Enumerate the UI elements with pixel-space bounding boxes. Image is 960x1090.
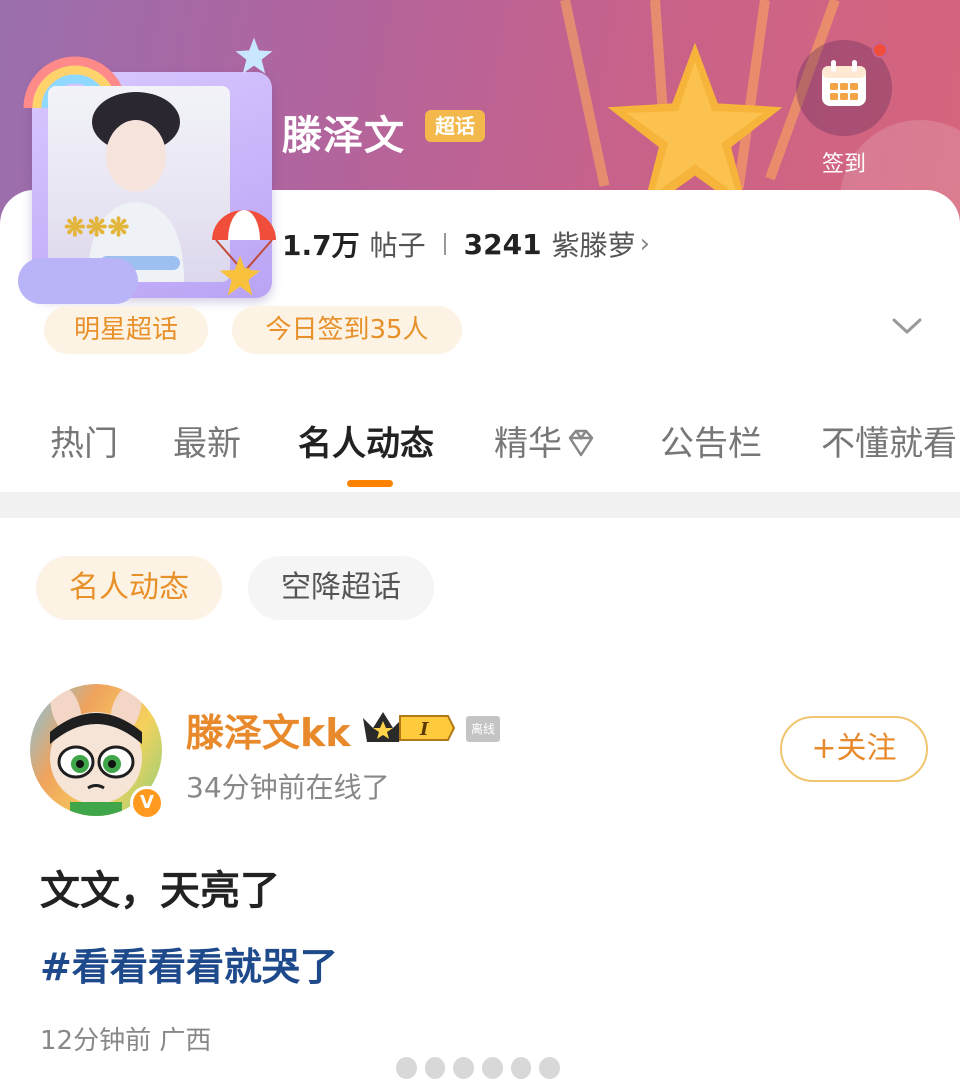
supertopic-badge: 超话 [425,110,485,142]
checkin-label: 签到 [821,152,866,177]
tab-featured[interactable]: 精华 [494,416,598,465]
star-icon [235,37,273,74]
online-time: 34分钟前在线了 [186,771,390,804]
svg-text:❋❋❋: ❋❋❋ [64,213,130,243]
posts-count: 1.7万 [282,229,360,262]
verified-icon: V [130,786,164,820]
chevron-down-icon[interactable] [890,314,924,338]
watermark [396,1056,561,1080]
level-badge: I [399,715,456,741]
watermark-dot [482,1057,503,1079]
level-text: I [419,719,429,740]
watermark-dot [539,1057,561,1079]
post-meta: 12分钟前 广西 [40,1026,212,1056]
gem-icon [568,429,594,456]
tab-announcements[interactable]: 公告栏 [660,416,762,465]
topic-title: 滕泽文 [282,113,405,159]
tab-guide[interactable]: 不懂就看 [821,416,957,465]
post-author-name[interactable]: 滕泽文kk [186,702,351,757]
filter-celebrity-updates[interactable]: 名人动态 [36,556,222,620]
tab-latest[interactable]: 最新 [173,416,241,465]
topic-avatar[interactable]: ❋❋❋ [18,36,288,304]
star-icon [219,255,261,296]
watermark-dot [510,1057,532,1079]
watermark-dot [453,1057,475,1079]
tab-featured-label: 精华 [494,424,562,464]
chevron-right-icon[interactable]: › [640,229,650,259]
avatar-photo: ❋❋❋ [48,86,230,282]
follow-button[interactable]: +关注 [780,716,928,782]
checkin-count-pill[interactable]: 今日签到35人 [232,306,462,354]
active-tab-indicator [347,480,393,487]
post-hashtag[interactable]: #看看看看就哭了 [40,936,338,991]
notification-dot [872,42,888,58]
tab-celebrity-updates[interactable]: 名人动态 [298,416,434,465]
section-divider [0,492,960,518]
watermark-dot [396,1057,417,1079]
filter-airdrop-topic[interactable]: 空降超话 [248,556,434,620]
stats-divider [443,233,446,255]
members-count[interactable]: 3241 [464,228,542,261]
watermark-dot [424,1057,446,1079]
cloud-decoration [18,258,138,304]
tab-hot[interactable]: 热门 [50,416,118,465]
tab-bar: 热门 最新 名人动态 精华 公告栏 不懂就看 [0,416,960,472]
offline-status-tag: 离线 [466,716,500,742]
category-pill[interactable]: 明星超话 [44,306,208,354]
topic-stats: 1.7万 帖子 3241 紫滕萝 › [282,224,650,264]
posts-label: 帖子 [369,229,426,262]
members-label[interactable]: 紫滕萝 [552,224,636,264]
post-content: 文文，天亮了 [40,868,280,914]
calendar-icon [822,60,866,106]
